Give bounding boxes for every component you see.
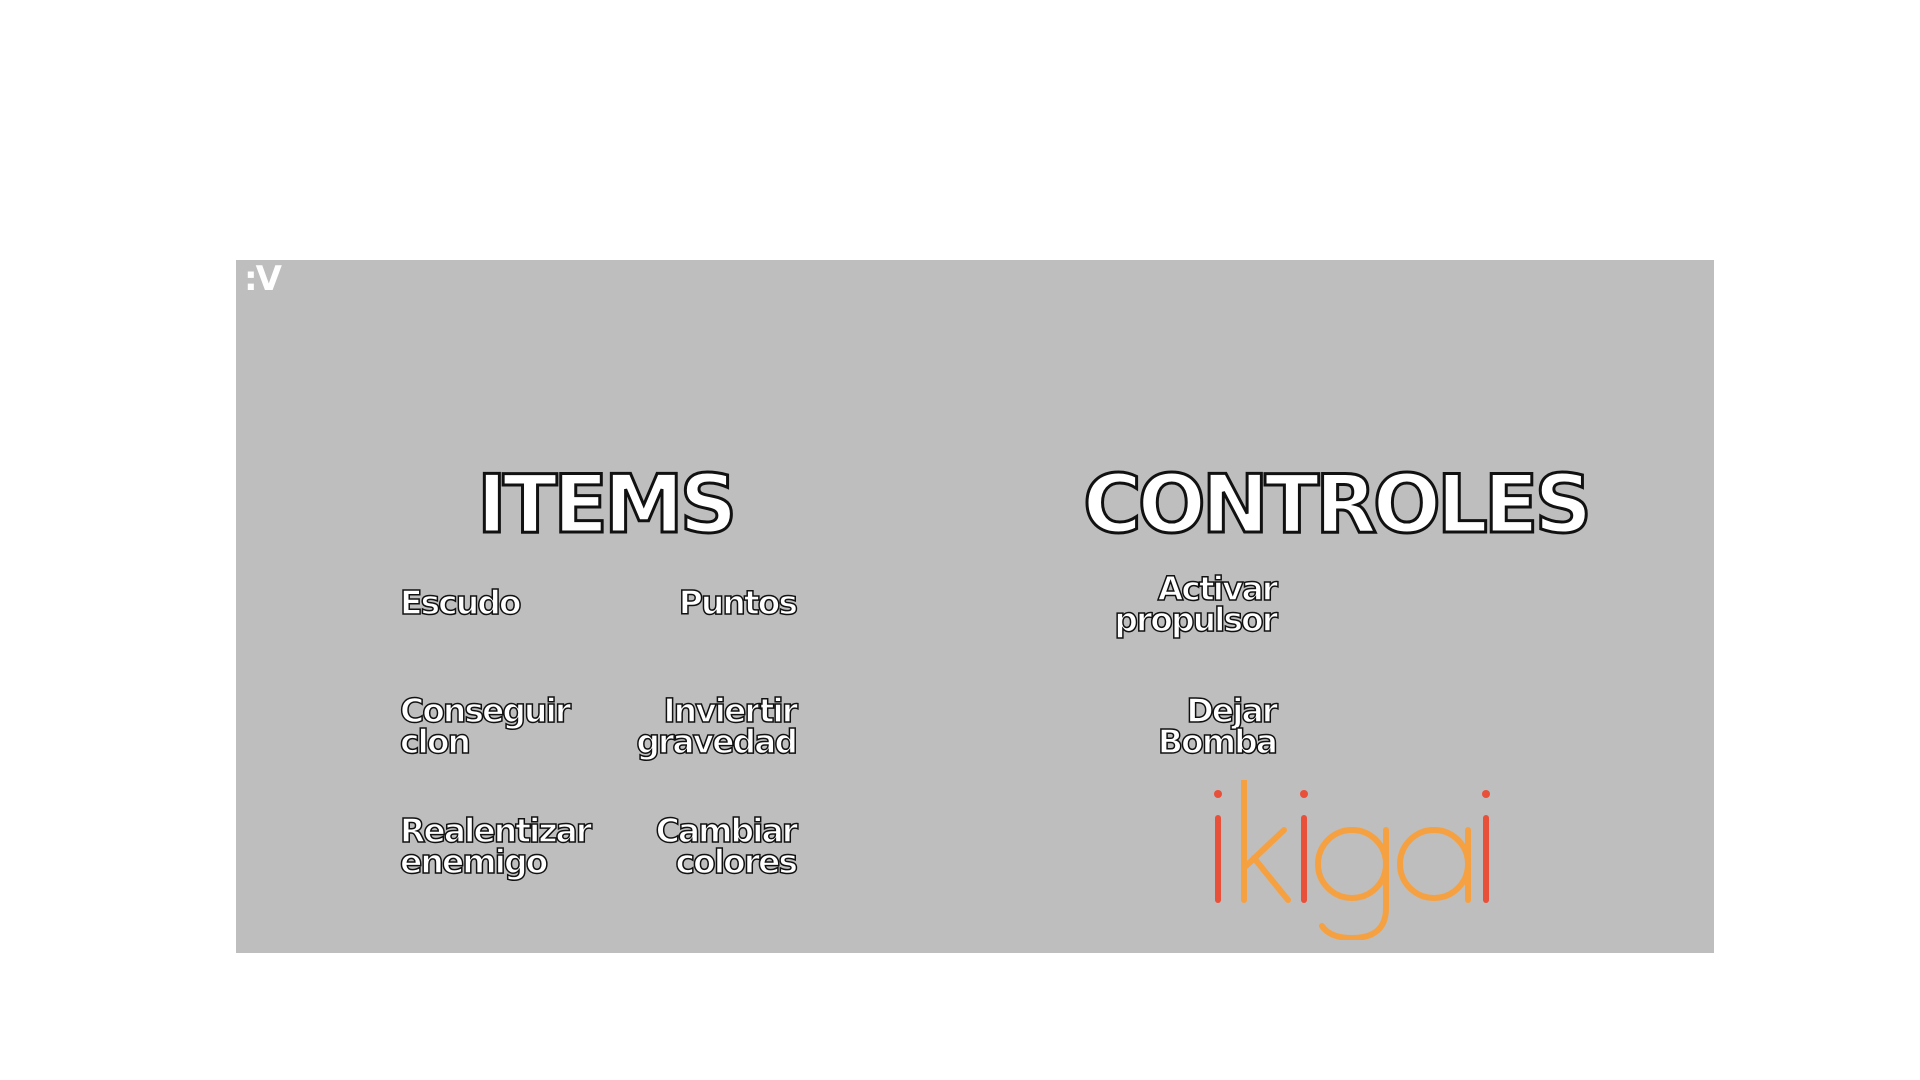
- item-invertir-gravedad[interactable]: Inviertir gravedad: [566, 693, 799, 759]
- items-heading: ITEMS: [475, 458, 738, 551]
- control-activar-propulsor[interactable]: Activar propulsor: [956, 571, 1279, 637]
- item-conseguir-clon[interactable]: Conseguir clon: [399, 693, 572, 759]
- item-puntos[interactable]: Puntos: [566, 585, 799, 620]
- ikigai-logo: ikigai: [1214, 780, 1490, 940]
- back-button[interactable]: :V: [244, 262, 282, 296]
- item-cambiar-colores[interactable]: Cambiar colores: [566, 813, 799, 879]
- item-escudo[interactable]: Escudo: [399, 585, 522, 620]
- item-realentizar-enemigo[interactable]: Realentizar enemigo: [399, 813, 593, 879]
- control-dejar-bomba[interactable]: Dejar Bomba: [956, 693, 1279, 759]
- menu-panel: :V ITEMS CONTROLES Escudo Puntos Consegu…: [236, 260, 1714, 953]
- controls-heading: CONTROLES: [1081, 458, 1593, 551]
